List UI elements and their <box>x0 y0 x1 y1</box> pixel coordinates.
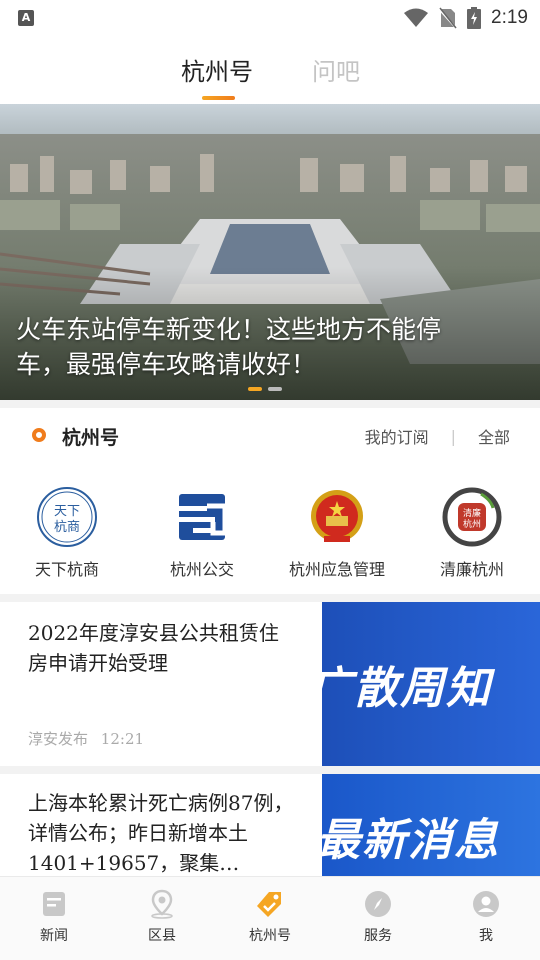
thumbnail-text: 广散周知 <box>322 663 492 714</box>
carousel-dot-active <box>248 387 262 391</box>
wifi-icon <box>404 8 429 27</box>
hangzhou-section-header: 杭州号 我的订阅 | 全部 <box>0 408 540 464</box>
news-icon <box>43 892 65 916</box>
svg-text:杭商: 杭商 <box>54 520 80 535</box>
nav-me[interactable]: 我 <box>432 889 540 945</box>
channel-hangzhou-bus[interactable]: 杭州公交 <box>137 486 267 580</box>
section-links: 我的订阅 | 全部 <box>365 424 510 448</box>
news-item[interactable]: 2022年度淳安县公共租赁住房申请开始受理 淳安发布 12:21 广散周知 <box>0 602 540 766</box>
channel-label: 杭州公交 <box>169 560 234 579</box>
news-thumbnail: 广散周知 <box>322 602 540 766</box>
location-pin-icon <box>151 889 173 919</box>
nav-label: 我 <box>479 928 493 944</box>
svg-text:杭州: 杭州 <box>463 518 481 530</box>
section-divider <box>0 594 540 602</box>
tag-icon <box>257 892 281 917</box>
carousel-indicator <box>248 387 282 391</box>
news-thumbnail: 最新消息 <box>322 774 540 876</box>
news-meta: 淳安发布 12:21 <box>28 728 144 749</box>
status-bar: A 2:19 <box>0 0 540 36</box>
banner-caption: 火车东站停车新变化！这些地方不能停车，最强停车攻略请收好！ <box>16 315 442 379</box>
channel-qinglian-hangzhou[interactable]: 清廉 杭州 清廉杭州 <box>407 486 537 580</box>
clock: 2:19 <box>491 7 528 28</box>
my-subscriptions-link[interactable]: 我的订阅 <box>365 424 429 448</box>
nav-hangzhou-hao[interactable]: 杭州号 <box>216 889 324 945</box>
user-icon <box>473 891 499 917</box>
compass-icon <box>365 891 391 917</box>
channel-row: 天下 杭商 天下杭商 杭州公交 杭州应急管理 清廉 杭州 清廉杭州 <box>0 476 540 594</box>
nav-label: 杭州号 <box>249 928 291 944</box>
active-tab-indicator <box>202 96 235 100</box>
all-link[interactable]: 全部 <box>478 424 510 448</box>
channel-hangzhou-emergency[interactable]: 杭州应急管理 <box>272 486 402 580</box>
status-indicators: 2:19 <box>403 6 528 30</box>
channel-label: 清廉杭州 <box>439 560 504 579</box>
no-sim-icon <box>439 7 458 29</box>
nav-news[interactable]: 新闻 <box>0 889 108 945</box>
battery-charging-icon <box>467 7 482 29</box>
news-title: 上海本轮累计死亡病例87例，详情公布；昨日新增本土1401+19657，聚集… <box>28 791 294 875</box>
notification-icon: A <box>18 10 34 26</box>
news-title: 2022年度淳安县公共租赁住房申请开始受理 <box>28 621 279 675</box>
section-divider <box>0 400 540 408</box>
section-bullet-icon <box>32 428 46 442</box>
nav-label: 服务 <box>364 928 392 944</box>
national-emblem-icon <box>311 490 363 542</box>
channel-label: 杭州应急管理 <box>288 560 385 579</box>
section-divider <box>0 766 540 774</box>
bottom-navigation: 新闻 区县 杭州号 服务 我 <box>0 876 540 960</box>
news-time: 12:21 <box>100 730 145 748</box>
tianxia-hangshang-logo-icon: 天下 杭商 <box>37 487 97 547</box>
banner-carousel[interactable]: 火车东站停车新变化！这些地方不能停车，最强停车攻略请收好！ <box>0 104 540 400</box>
top-tab-bar: 杭州号 问吧 <box>0 36 540 104</box>
hangzhou-bus-logo-icon <box>179 494 228 540</box>
tab-hangzhou-hao[interactable]: 杭州号 <box>181 52 253 87</box>
nav-label: 区县 <box>148 928 176 944</box>
nav-services[interactable]: 服务 <box>324 889 432 945</box>
thumbnail-text: 最新消息 <box>322 815 500 866</box>
svg-text:清廉: 清廉 <box>463 507 481 519</box>
qinglian-hangzhou-logo-icon: 清廉 杭州 <box>442 487 502 547</box>
link-separator: | <box>450 426 456 446</box>
tab-wenba[interactable]: 问吧 <box>312 52 360 87</box>
channel-label: 天下杭商 <box>34 560 99 579</box>
channel-tianxia-hangshang[interactable]: 天下 杭商 天下杭商 <box>2 486 132 580</box>
nav-districts[interactable]: 区县 <box>108 889 216 945</box>
nav-label: 新闻 <box>40 928 68 944</box>
svg-text:天下: 天下 <box>54 504 80 519</box>
section-title: 杭州号 <box>62 427 120 449</box>
news-source: 淳安发布 <box>28 730 89 748</box>
carousel-dot <box>268 387 282 391</box>
news-item[interactable]: 上海本轮累计死亡病例87例，详情公布；昨日新增本土1401+19657，聚集… … <box>0 774 540 876</box>
